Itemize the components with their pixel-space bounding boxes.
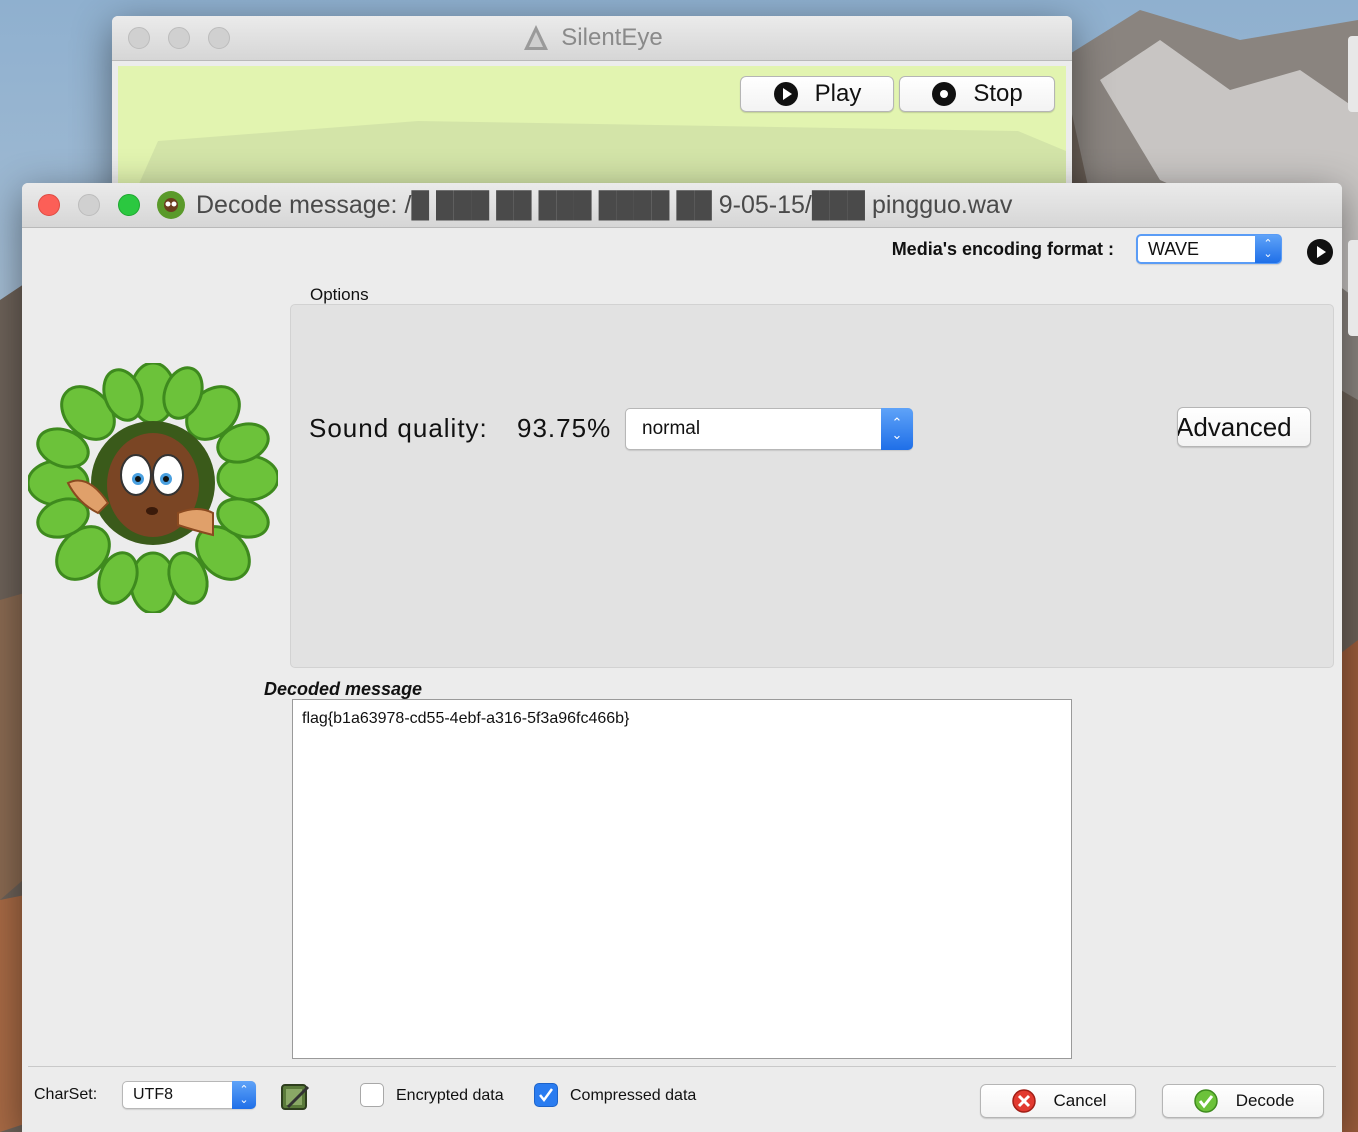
updown-arrows-icon: ⌃ ⌄ bbox=[881, 408, 913, 450]
encoding-format-label: Media's encoding format : bbox=[891, 239, 1114, 259]
decode-button[interactable]: Decode bbox=[1162, 1084, 1324, 1118]
cancel-icon bbox=[1011, 1089, 1036, 1113]
compressed-data-label: Compressed data bbox=[570, 1087, 697, 1104]
minimize-button[interactable] bbox=[78, 194, 100, 216]
advanced-label: Advanced bbox=[1177, 411, 1292, 442]
options-group-label: Options bbox=[310, 285, 369, 304]
silenteye-titlebar: SilentEye bbox=[112, 16, 1072, 61]
cancel-button[interactable]: Cancel bbox=[980, 1084, 1136, 1118]
encrypted-data-checkbox[interactable] bbox=[360, 1083, 384, 1107]
options-group-box: Sound quality: 93.75% normal ⌃ ⌄ Advanced bbox=[290, 304, 1334, 668]
app-icon bbox=[157, 191, 185, 219]
silenteye-title-text: SilentEye bbox=[561, 24, 663, 51]
silenteye-mascot-logo bbox=[28, 363, 278, 613]
encoding-format-select[interactable]: WAVE ⌃ ⌄ bbox=[1136, 234, 1282, 264]
charset-value: UTF8 bbox=[133, 1086, 173, 1103]
encoding-format-value: WAVE bbox=[1148, 238, 1200, 259]
play-icon bbox=[773, 82, 798, 106]
charset-label: CharSet: bbox=[34, 1086, 98, 1103]
silenteye-app-icon bbox=[524, 25, 549, 50]
compressed-data-checkbox[interactable] bbox=[534, 1083, 558, 1107]
stop-button[interactable]: Stop bbox=[899, 76, 1055, 112]
stop-icon bbox=[932, 82, 957, 106]
updown-arrows-icon: ⌃ ⌄ bbox=[1255, 235, 1281, 263]
decoded-message-text: flag{b1a63978-cd55-4ebf-a316-5f3a96fc466… bbox=[302, 710, 630, 727]
sound-quality-value: 93.75% bbox=[517, 413, 612, 443]
sound-quality-label: Sound quality: bbox=[309, 413, 488, 443]
updown-arrows-icon: ⌃ ⌄ bbox=[232, 1081, 256, 1109]
decode-label: Decode bbox=[1235, 1091, 1295, 1110]
close-button[interactable] bbox=[38, 194, 60, 216]
advanced-button[interactable]: Advanced bbox=[1177, 407, 1311, 447]
encrypted-data-label: Encrypted data bbox=[396, 1087, 504, 1104]
decoded-message-label: Decoded message bbox=[264, 679, 423, 699]
decode-dialog-titlebar: Decode message: /█ ███ ██ ███ ████ ██ 9-… bbox=[22, 183, 1342, 228]
cancel-label: Cancel bbox=[1053, 1091, 1107, 1110]
dialog-title: Decode message: /█ ███ ██ ███ ████ ██ 9-… bbox=[196, 191, 1013, 219]
play-button[interactable]: Play bbox=[740, 76, 894, 112]
quality-mode-select[interactable]: normal ⌃ ⌄ bbox=[625, 408, 913, 450]
checkmark-icon bbox=[539, 1088, 554, 1103]
charset-select[interactable]: UTF8 ⌃ ⌄ bbox=[122, 1081, 256, 1109]
zoom-button[interactable] bbox=[118, 194, 140, 216]
desktop-edge-window bbox=[1348, 36, 1358, 112]
decoded-message-textarea[interactable]: flag{b1a63978-cd55-4ebf-a316-5f3a96fc466… bbox=[292, 699, 1072, 1059]
quality-mode-value: normal bbox=[642, 418, 701, 439]
play-label: Play bbox=[814, 80, 862, 107]
decode-message-dialog: Decode message: /█ ███ ██ ███ ████ ██ 9-… bbox=[22, 183, 1342, 1132]
bottom-divider bbox=[28, 1066, 1336, 1067]
play-preview-icon[interactable] bbox=[1306, 238, 1334, 266]
silenteye-title: SilentEye bbox=[112, 16, 1072, 60]
desktop-edge-window bbox=[1348, 240, 1358, 336]
decode-check-icon bbox=[1193, 1089, 1218, 1113]
stop-label: Stop bbox=[973, 80, 1023, 107]
notebook-icon[interactable] bbox=[278, 1079, 312, 1113]
